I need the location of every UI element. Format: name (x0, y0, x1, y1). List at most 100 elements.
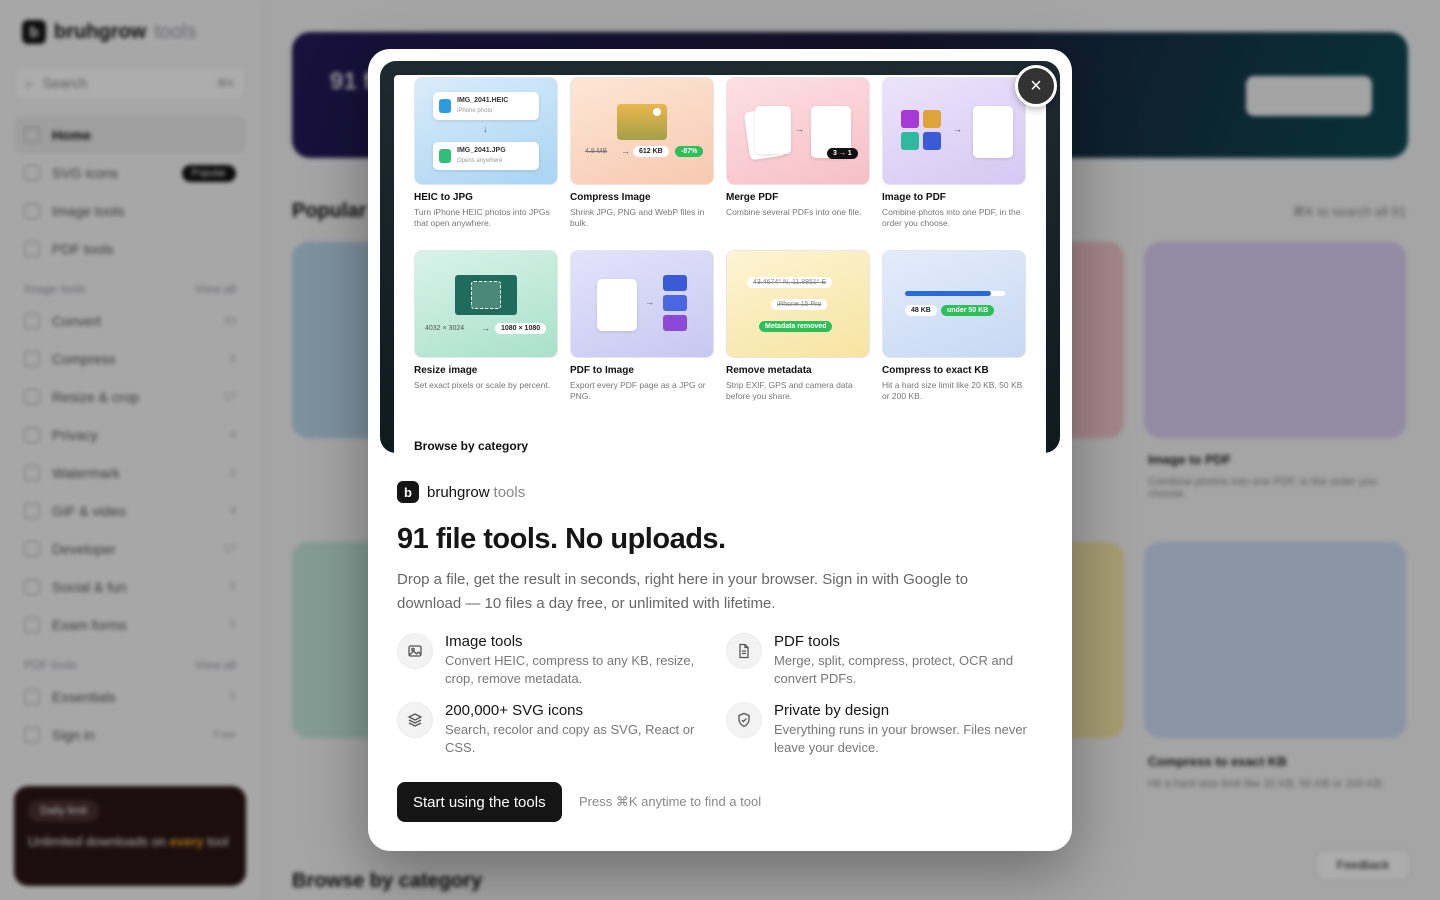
size-to: 1080 × 1080 (495, 323, 547, 334)
tool-desc: Combine photos into one PDF, in the orde… (882, 207, 1021, 229)
keyboard-hint: Press ⌘K anytime to find a tool (579, 794, 762, 809)
merge-badge: 3 → 1 (827, 148, 858, 159)
feature-desc: Search, recolor and copy as SVG, React o… (445, 722, 695, 755)
image-output-icon (663, 315, 687, 331)
preview-tool-image-pdf: → Image to PDF Combine photos into one P… (882, 77, 1026, 229)
pdf-page-icon (973, 106, 1013, 158)
feature-pdf-tools: PDF tools Merge, split, compress, protect… (726, 633, 1046, 688)
tool-desc: Hit a hard size limit like 20 KB, 50 KB … (882, 380, 1023, 402)
photo-tile-icon (923, 110, 941, 128)
modal-body: b bruhgrow tools 91 file tools. No uploa… (397, 481, 1047, 822)
tool-desc: Export every PDF page as a JPG or PNG. (570, 380, 706, 402)
close-icon: × (1030, 74, 1042, 97)
preview-tool-metadata: 43.4674° N, 11.8851° E iPhone 15 Pro Met… (726, 250, 870, 402)
feature-desc: Merge, split, compress, protect, OCR and… (774, 653, 1014, 686)
heic-filename: IMG_2041.HEIC (457, 97, 509, 104)
arrow-right-icon: → (621, 146, 630, 156)
file-icon (439, 149, 451, 163)
camera-strikethrough: iPhone 15 Pro (771, 299, 828, 310)
jpg-file-card: IMG_2041.JPG Opens anywhere (433, 142, 539, 170)
heic-file-card: IMG_2041.HEIC iPhone photo (433, 92, 539, 120)
page-icon (755, 106, 791, 154)
tool-name: Resize image (414, 365, 478, 376)
preview-tool-compress: 4.8 MB → 612 KB -87% Compress Image Shri… (570, 77, 714, 229)
preview-tool-pdf-image: → PDF to Image Export every PDF page as … (570, 250, 714, 402)
tool-name: HEIC to JPG (414, 192, 473, 203)
feature-title: PDF tools (774, 633, 840, 650)
size-before: 4.8 MB (585, 148, 608, 155)
modal-preview: IMG_2041.HEIC iPhone photo ↓ IMG_2041.JP… (380, 61, 1060, 453)
photo-tile-icon (923, 132, 941, 150)
pdf-page-icon (597, 279, 637, 331)
merge-thumb: → 3 → 1 (726, 77, 870, 185)
arrow-right-icon: → (645, 297, 654, 307)
arrow-right-icon: → (481, 323, 490, 333)
gps-strikethrough: 43.4674° N, 11.8851° E (747, 277, 833, 288)
image-icon (397, 633, 433, 669)
brand-name: bruhgrow (427, 483, 490, 501)
tool-desc: Combine several PDFs into one file. (726, 207, 862, 217)
resize-thumb: 4032 × 3024 → 1080 × 1080 (414, 250, 558, 358)
preview-tool-resize: 4032 × 3024 → 1080 × 1080 Resize image S… (414, 250, 558, 391)
photo-tile-icon (901, 132, 919, 150)
arrow-right-icon: → (795, 124, 804, 134)
modal-description: Drop a file, get the result in seconds, … (397, 571, 969, 612)
heic-thumb: IMG_2041.HEIC iPhone photo ↓ IMG_2041.JP… (414, 77, 558, 185)
preview-browse-heading: Browse by category (414, 439, 529, 453)
brand-logo-icon: b (397, 481, 419, 503)
arrow-down-icon: ↓ (483, 124, 488, 134)
heic-file-sub: iPhone photo (457, 108, 493, 114)
feature-title: Image tools (445, 633, 523, 650)
document-icon (726, 633, 762, 669)
metadata-removed-badge: Metadata removed (759, 321, 833, 332)
feature-title: Private by design (774, 702, 890, 719)
tool-name: Remove metadata (726, 365, 812, 376)
close-modal-button[interactable]: × (1015, 65, 1057, 107)
image-pdf-thumb: → (882, 77, 1026, 185)
feature-desc: Convert HEIC, compress to any KB, resize… (445, 653, 695, 686)
jpg-filename: IMG_2041.JPG (457, 147, 506, 154)
tool-desc: Shrink JPG, PNG and WebP files in bulk. (570, 207, 705, 229)
brand-suffix: tools (493, 483, 526, 501)
preview-tool-heic: IMG_2041.HEIC iPhone photo ↓ IMG_2041.JP… (414, 77, 558, 229)
preview-tool-exact-kb: 48 KB under 50 KB Compress to exact KB H… (882, 250, 1026, 402)
feature-desc: Everything runs in your browser. Files n… (774, 722, 1027, 755)
size-badge: 48 KB (905, 305, 937, 316)
preview-screenshot: IMG_2041.HEIC iPhone photo ↓ IMG_2041.JP… (394, 75, 1046, 453)
image-output-icon (663, 275, 687, 291)
arrow-right-icon: → (953, 124, 962, 134)
file-icon (439, 99, 451, 113)
image-output-icon (663, 295, 687, 311)
photo-tile-icon (901, 110, 919, 128)
feature-image-tools: Image tools Convert HEIC, compress to any… (397, 633, 717, 688)
tool-name: PDF to Image (570, 365, 634, 376)
shield-check-icon (726, 702, 762, 738)
start-using-tools-button[interactable]: Start using the tools (397, 782, 562, 822)
pdf-image-thumb: → (570, 250, 714, 358)
feature-private: Private by design Everything runs in your… (726, 702, 1046, 757)
tool-name: Compress Image (570, 192, 651, 203)
tool-desc: Turn iPhone HEIC photos into JPGs that o… (414, 207, 550, 229)
jpg-file-sub: Opens anywhere (457, 158, 503, 164)
saving-badge: -87% (675, 146, 704, 157)
modal-title: 91 file tools. No uploads. (397, 523, 726, 555)
crop-frame-icon (471, 281, 501, 309)
tool-desc: Set exact pixels or scale by percent. (414, 380, 551, 390)
tool-desc: Strip EXIF, GPS and camera data before y… (726, 380, 853, 402)
welcome-modal: IMG_2041.HEIC iPhone photo ↓ IMG_2041.JP… (368, 49, 1072, 851)
modal-brand: b bruhgrow tools (397, 481, 1047, 503)
metadata-thumb: 43.4674° N, 11.8851° E iPhone 15 Pro Met… (726, 250, 870, 358)
feature-svg-icons: 200,000+ SVG icons Search, recolor and co… (397, 702, 717, 757)
layers-icon (397, 702, 433, 738)
exact-kb-thumb: 48 KB under 50 KB (882, 250, 1026, 358)
compress-thumb: 4.8 MB → 612 KB -87% (570, 77, 714, 185)
tool-name: Compress to exact KB (882, 365, 989, 376)
sun-icon (653, 108, 661, 116)
tool-name: Merge PDF (726, 192, 779, 203)
feature-title: 200,000+ SVG icons (445, 702, 584, 719)
size-after: 612 KB (633, 146, 669, 157)
progress-bar-fill (905, 291, 991, 296)
limit-badge: under 50 KB (941, 305, 995, 316)
tool-name: Image to PDF (882, 192, 946, 203)
size-from: 4032 × 3024 (425, 325, 465, 332)
